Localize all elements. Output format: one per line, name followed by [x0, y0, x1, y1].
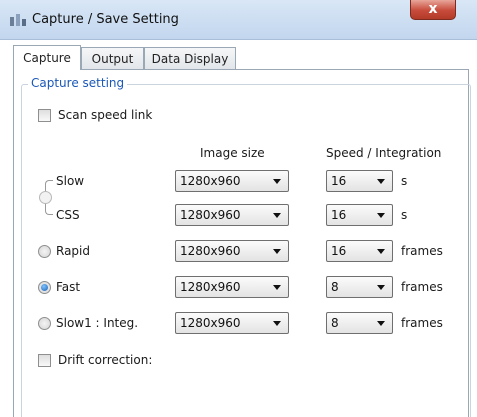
fast-radio[interactable]	[38, 281, 51, 294]
rapid-image-size-select[interactable]: 1280x960	[175, 240, 289, 262]
slow1-speed-select[interactable]: 8	[326, 312, 393, 334]
close-icon: x	[428, 1, 438, 17]
slow-image-size-select[interactable]: 1280x960	[175, 170, 289, 192]
css-unit: s	[401, 208, 408, 222]
chevron-down-icon	[273, 321, 281, 326]
chevron-down-icon	[377, 285, 385, 290]
fast-speed-select[interactable]: 8	[326, 276, 393, 298]
select-value: 8	[331, 316, 339, 330]
rapid-label: Rapid	[56, 244, 90, 258]
scan-speed-link-label: Scan speed link	[58, 108, 153, 122]
tab-label: Output	[91, 51, 134, 66]
fast-label: Fast	[56, 280, 81, 294]
rapid-radio[interactable]	[38, 245, 51, 258]
rapid-unit: frames	[401, 244, 443, 258]
css-speed-select[interactable]: 16	[326, 204, 393, 226]
group-title: Capture setting	[28, 76, 128, 90]
speed-integration-header: Speed / Integration	[326, 146, 442, 160]
chevron-down-icon	[273, 285, 281, 290]
title-bar: Capture / Save Setting x	[0, 0, 477, 40]
slow-speed-select[interactable]: 16	[326, 170, 393, 192]
tab-data-display[interactable]: Data Display	[144, 47, 236, 69]
slow-css-bracket-bottom	[45, 203, 53, 215]
slow1-image-size-select[interactable]: 1280x960	[175, 312, 289, 334]
select-value: 1280x960	[180, 316, 241, 330]
select-value: 16	[331, 174, 347, 188]
chevron-down-icon	[377, 249, 385, 254]
select-value: 1280x960	[180, 280, 241, 294]
chevron-down-icon	[273, 179, 281, 184]
select-value: 1280x960	[180, 208, 241, 222]
window-title: Capture / Save Setting	[32, 12, 179, 27]
select-value: 16	[331, 244, 347, 258]
slow1-unit: frames	[401, 316, 443, 330]
slow1-integ-label: Slow1 : Integ.	[56, 316, 139, 330]
rapid-speed-select[interactable]: 16	[326, 240, 393, 262]
scan-speed-link-checkbox[interactable]	[38, 109, 51, 122]
image-size-header: Image size	[200, 146, 265, 160]
slow-label: Slow	[56, 174, 85, 188]
select-value: 1280x960	[180, 244, 241, 258]
chevron-down-icon	[273, 249, 281, 254]
slow1-integ-radio[interactable]	[38, 317, 51, 330]
chevron-down-icon	[377, 321, 385, 326]
fast-unit: frames	[401, 280, 443, 294]
app-icon	[10, 14, 26, 26]
select-value: 16	[331, 208, 347, 222]
chevron-down-icon	[377, 213, 385, 218]
tab-capture[interactable]: Capture	[13, 45, 81, 70]
drift-correction-checkbox[interactable]	[38, 354, 51, 367]
fast-image-size-select[interactable]: 1280x960	[175, 276, 289, 298]
close-button[interactable]: x	[410, 0, 456, 20]
slow-unit: s	[401, 174, 408, 188]
tab-label: Capture	[23, 51, 71, 65]
css-image-size-select[interactable]: 1280x960	[175, 204, 289, 226]
select-value: 1280x960	[180, 174, 241, 188]
chevron-down-icon	[377, 179, 385, 184]
drift-correction-label: Drift correction:	[58, 353, 153, 367]
select-value: 8	[331, 280, 339, 294]
css-label: CSS	[56, 208, 80, 222]
chevron-down-icon	[273, 213, 281, 218]
tab-output[interactable]: Output	[81, 47, 144, 69]
slow-css-radio[interactable]	[39, 191, 52, 204]
tab-label: Data Display	[151, 51, 229, 66]
